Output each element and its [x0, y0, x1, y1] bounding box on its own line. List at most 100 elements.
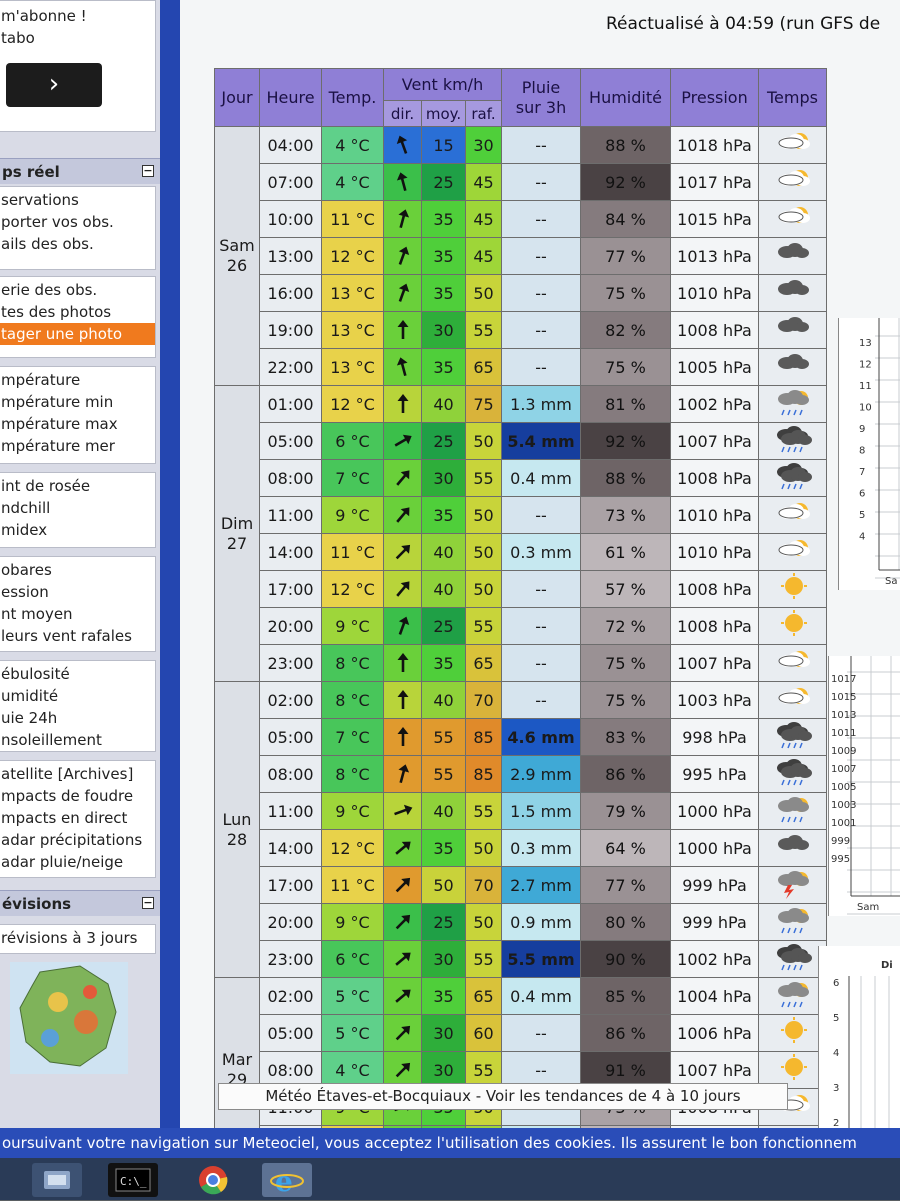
axis-x-label: Sam — [857, 902, 879, 913]
wind-average-cell: 55 — [421, 718, 466, 756]
wind-direction-arrow-icon — [383, 385, 422, 423]
pressure-cell: 1002 hPa — [670, 940, 759, 978]
sidebar-item[interactable]: ndchill — [0, 497, 155, 519]
sidebar-item[interactable]: ébulosité — [0, 663, 155, 685]
france-map-thumbnail[interactable] — [10, 962, 128, 1074]
trend-link[interactable]: Météo Étaves-et-Bocquiaux - Voir les ten… — [218, 1083, 788, 1110]
wind-direction-arrow-icon — [383, 644, 422, 682]
rain-cell: -- — [501, 274, 581, 312]
sidebar-item[interactable]: uie 24h — [0, 707, 155, 729]
wind-gust-cell: 55 — [465, 940, 502, 978]
sidebar-item[interactable]: tager une photo — [0, 323, 155, 345]
rain-cell: -- — [501, 163, 581, 201]
wind-gust-cell: 65 — [465, 348, 502, 386]
sidebar-item[interactable]: erie des obs. — [0, 279, 155, 301]
next-button[interactable]: › — [6, 63, 102, 107]
sidebar-item-forecast-3days[interactable]: révisions à 3 jours — [0, 927, 155, 949]
pressure-cell: 995 hPa — [670, 755, 759, 793]
sidebar-item[interactable]: nt moyen — [0, 603, 155, 625]
humidity-cell: 75 % — [580, 348, 671, 386]
sidebar-item[interactable]: atellite [Archives] — [0, 763, 155, 785]
sidebar-item[interactable]: int de rosée — [0, 475, 155, 497]
file-explorer-icon[interactable] — [32, 1163, 82, 1197]
humidity-cell: 86 % — [580, 1014, 671, 1052]
humidity-cell: 90 % — [580, 940, 671, 978]
wind-direction-arrow-icon — [383, 200, 422, 238]
sun-cloud-icon — [758, 200, 827, 238]
wind-direction-arrow-icon — [383, 755, 422, 793]
sidebar-item[interactable]: nsoleillement — [0, 729, 155, 751]
forecast-row: 17:00 12 °C 40 50 -- 57 % 1008 hPa — [215, 570, 827, 608]
welcome-name: tabo — [1, 29, 35, 47]
pressure-cell: 998 hPa — [670, 718, 759, 756]
temperature-panel: mpérature mpérature min mpérature max mpéra… — [0, 366, 156, 464]
wind-average-cell: 15 — [421, 126, 466, 164]
internet-explorer-icon[interactable]: e — [262, 1163, 312, 1198]
sidebar-item[interactable]: obares — [0, 559, 155, 581]
rain-cell: -- — [501, 607, 581, 645]
wind-average-cell: 40 — [421, 681, 466, 719]
hour-cell: 07:00 — [259, 163, 322, 201]
temperature-cell: 8 °C — [321, 681, 384, 719]
sidebar-item[interactable]: mpérature max — [0, 413, 155, 435]
hour-cell: 10:00 — [259, 200, 322, 238]
sun-cloud-rain-icon — [758, 977, 827, 1015]
heavy-rain-icon — [758, 422, 827, 460]
sidebar-item[interactable]: servations — [0, 189, 155, 211]
photo-panel: erie des obs. tes des photos tager une pho… — [0, 276, 156, 358]
collapse-toggle-icon[interactable]: − — [142, 897, 154, 909]
sidebar-item[interactable]: porter vos obs. — [0, 211, 155, 233]
cloud-icon — [758, 348, 827, 386]
wind-gust-cell: 65 — [465, 977, 502, 1015]
pressure-cell: 1002 hPa — [670, 385, 759, 423]
humidity-cell: 83 % — [580, 718, 671, 756]
temperature-chart: 13 12 11 10 9 8 7 6 5 4 Sa — [838, 318, 900, 590]
sidebar-item[interactable]: midex — [0, 519, 155, 541]
hour-cell: 11:00 — [259, 496, 322, 534]
wind-gust-cell: 45 — [465, 237, 502, 275]
hour-cell: 05:00 — [259, 718, 322, 756]
sidebar-item[interactable]: ails des obs. — [0, 233, 155, 255]
pressure-cell: 1007 hPa — [670, 644, 759, 682]
pressure-cell: 1008 hPa — [670, 570, 759, 608]
pressure-cell: 1005 hPa — [670, 348, 759, 386]
header-pressure: Pression — [670, 68, 759, 127]
rain-cell: 1.3 mm — [501, 385, 581, 423]
subscribe-link[interactable]: m'abonne ! — [0, 5, 87, 27]
rain-cell: 0.3 mm — [501, 533, 581, 571]
wind-gust-cell: 70 — [465, 866, 502, 904]
wind-average-cell: 35 — [421, 977, 466, 1015]
third-chart: Di 6 5 4 3 2 — [818, 946, 900, 1129]
radar-panel: atellite [Archives] mpacts de foudre mpact… — [0, 760, 156, 878]
forecast-row: 05:00 7 °C 55 85 4.6 mm 83 % 998 hPa — [215, 718, 827, 756]
sun-cloud-rain-icon — [758, 903, 827, 941]
sidebar-border — [160, 0, 180, 1128]
sidebar-item[interactable]: mpérature — [0, 369, 155, 391]
forecast-table: Jour Heure Temp. Vent km/h Pluie sur 3h … — [214, 68, 827, 1163]
chrome-icon[interactable] — [188, 1163, 238, 1197]
humidity-cell: 73 % — [580, 496, 671, 534]
pressure-cell: 1006 hPa — [670, 1014, 759, 1052]
forecast-row: 08:00 7 °C 30 55 0.4 mm 88 % 1008 hPa — [215, 459, 827, 497]
sidebar-item[interactable]: ession — [0, 581, 155, 603]
forecast-row: 05:00 5 °C 30 60 -- 86 % 1006 hPa — [215, 1014, 827, 1052]
sidebar-item[interactable]: adar précipitations — [0, 829, 155, 851]
sidebar-item[interactable]: mpérature min — [0, 391, 155, 413]
humidity-cell: 88 % — [580, 459, 671, 497]
sidebar-item[interactable]: umidité — [0, 685, 155, 707]
svg-text:C:\_: C:\_ — [120, 1175, 147, 1188]
wind-average-cell: 25 — [421, 163, 466, 201]
sidebar-item[interactable]: mpérature mer — [0, 435, 155, 457]
wind-average-cell: 35 — [421, 644, 466, 682]
wind-direction-arrow-icon — [383, 607, 422, 645]
terminal-icon[interactable]: C:\_ — [108, 1163, 158, 1197]
wind-gust-cell: 50 — [465, 422, 502, 460]
sidebar-item[interactable]: adar pluie/neige — [0, 851, 155, 873]
sidebar-item[interactable]: mpacts de foudre — [0, 785, 155, 807]
sidebar-item[interactable]: leurs vent rafales — [0, 625, 155, 647]
rain-cell: -- — [501, 496, 581, 534]
sidebar-item[interactable]: mpacts en direct — [0, 807, 155, 829]
collapse-toggle-icon[interactable]: − — [142, 165, 154, 177]
wind-gust-cell: 85 — [465, 755, 502, 793]
sidebar-item[interactable]: tes des photos — [0, 301, 155, 323]
